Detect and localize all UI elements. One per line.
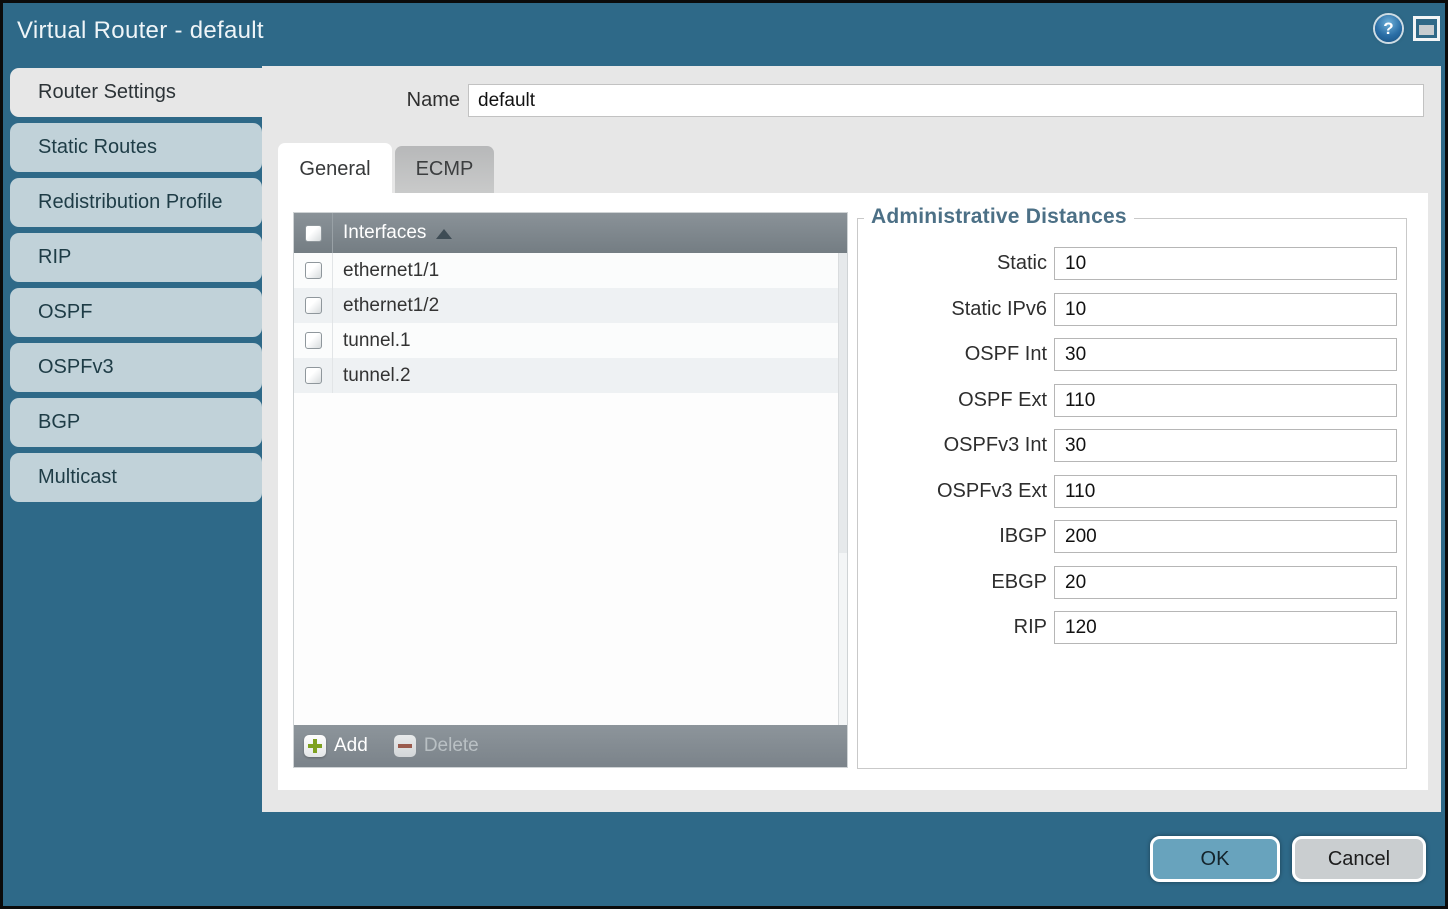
- window-icon[interactable]: [1413, 16, 1440, 41]
- ebgp-distance-input[interactable]: [1054, 566, 1397, 599]
- general-tab-content: Interfaces ethernet1/1 ethernet1/2: [278, 193, 1428, 790]
- distance-row: Static IPv6: [858, 293, 1406, 326]
- table-row[interactable]: tunnel.1: [294, 323, 838, 358]
- distance-row: RIP: [858, 611, 1406, 644]
- select-all-checkbox[interactable]: [305, 225, 322, 242]
- table-row[interactable]: ethernet1/1: [294, 253, 838, 288]
- interface-name: ethernet1/2: [333, 295, 439, 317]
- interfaces-table: Interfaces ethernet1/1 ethernet1/2: [293, 212, 848, 768]
- delete-button[interactable]: Delete: [394, 735, 479, 757]
- distance-row: IBGP: [858, 520, 1406, 553]
- window-icon-inner: [1419, 25, 1434, 35]
- plus-icon: [304, 735, 326, 757]
- header-checkbox-cell: [294, 213, 333, 253]
- minus-icon: [394, 735, 416, 757]
- name-label: Name: [390, 84, 460, 117]
- sidebar-item-redistribution-profile[interactable]: Redistribution Profile: [10, 178, 262, 227]
- distance-row: EBGP: [858, 566, 1406, 599]
- table-footer: Add Delete: [294, 725, 847, 767]
- table-row[interactable]: tunnel.2: [294, 358, 838, 393]
- row-checkbox[interactable]: [305, 332, 322, 349]
- checkbox-cell: [294, 358, 333, 393]
- checkbox-cell: [294, 288, 333, 323]
- static-ipv6-label: Static IPv6: [858, 293, 1047, 326]
- ibgp-label: IBGP: [858, 520, 1047, 553]
- sidebar-item-bgp[interactable]: BGP: [10, 398, 262, 447]
- ospfv3-ext-label: OSPFv3 Ext: [858, 475, 1047, 508]
- ospfv3-int-distance-input[interactable]: [1054, 429, 1397, 462]
- interface-name: ethernet1/1: [333, 260, 439, 282]
- administrative-distances-group: Administrative Distances Static Static I…: [857, 218, 1407, 769]
- ospf-ext-distance-input[interactable]: [1054, 384, 1397, 417]
- ospfv3-int-label: OSPFv3 Int: [858, 429, 1047, 462]
- rip-label: RIP: [858, 611, 1047, 644]
- delete-button-label: Delete: [424, 735, 479, 757]
- help-icon[interactable]: [1375, 15, 1402, 42]
- cancel-button[interactable]: Cancel: [1292, 836, 1426, 882]
- sidebar-item-rip[interactable]: RIP: [10, 233, 262, 282]
- ospfv3-ext-distance-input[interactable]: [1054, 475, 1397, 508]
- virtual-router-dialog: Virtual Router - default Router Settings…: [0, 0, 1448, 909]
- name-input[interactable]: [468, 84, 1424, 117]
- table-scrollbar[interactable]: [838, 253, 847, 725]
- ospf-int-label: OSPF Int: [858, 338, 1047, 371]
- scrollbar-thumb[interactable]: [839, 253, 847, 553]
- add-button-label: Add: [334, 735, 368, 757]
- sort-ascending-icon: [436, 229, 452, 239]
- add-button[interactable]: Add: [304, 735, 368, 757]
- ok-button[interactable]: OK: [1150, 836, 1280, 882]
- distance-row: OSPFv3 Ext: [858, 475, 1406, 508]
- row-checkbox[interactable]: [305, 262, 322, 279]
- distance-row: OSPFv3 Int: [858, 429, 1406, 462]
- sidebar-item-multicast[interactable]: Multicast: [10, 453, 262, 502]
- static-ipv6-distance-input[interactable]: [1054, 293, 1397, 326]
- distance-row: Static: [858, 247, 1406, 280]
- tab-general[interactable]: General: [278, 143, 392, 193]
- ospf-int-distance-input[interactable]: [1054, 338, 1397, 371]
- interfaces-table-header[interactable]: Interfaces: [294, 213, 847, 253]
- sidebar-item-ospf[interactable]: OSPF: [10, 288, 262, 337]
- router-settings-panel: Name General ECMP Interfaces et: [262, 66, 1441, 812]
- static-distance-input[interactable]: [1054, 247, 1397, 280]
- administrative-distances-title: Administrative Distances: [864, 205, 1134, 229]
- sidebar-item-router-settings[interactable]: Router Settings: [10, 68, 262, 117]
- tab-ecmp[interactable]: ECMP: [395, 146, 494, 193]
- ospf-ext-label: OSPF Ext: [858, 384, 1047, 417]
- interfaces-column-header: Interfaces: [333, 222, 426, 244]
- dialog-title: Virtual Router - default: [17, 17, 264, 45]
- sidebar-item-static-routes[interactable]: Static Routes: [10, 123, 262, 172]
- rip-distance-input[interactable]: [1054, 611, 1397, 644]
- sidebar-item-ospfv3[interactable]: OSPFv3: [10, 343, 262, 392]
- checkbox-cell: [294, 323, 333, 358]
- checkbox-cell: [294, 253, 333, 288]
- ebgp-label: EBGP: [858, 566, 1047, 599]
- row-checkbox[interactable]: [305, 367, 322, 384]
- interface-name: tunnel.2: [333, 365, 411, 387]
- row-checkbox[interactable]: [305, 297, 322, 314]
- ibgp-distance-input[interactable]: [1054, 520, 1397, 553]
- distance-row: OSPF Int: [858, 338, 1406, 371]
- static-label: Static: [858, 247, 1047, 280]
- table-row[interactable]: ethernet1/2: [294, 288, 838, 323]
- distance-row: OSPF Ext: [858, 384, 1406, 417]
- interface-name: tunnel.1: [333, 330, 411, 352]
